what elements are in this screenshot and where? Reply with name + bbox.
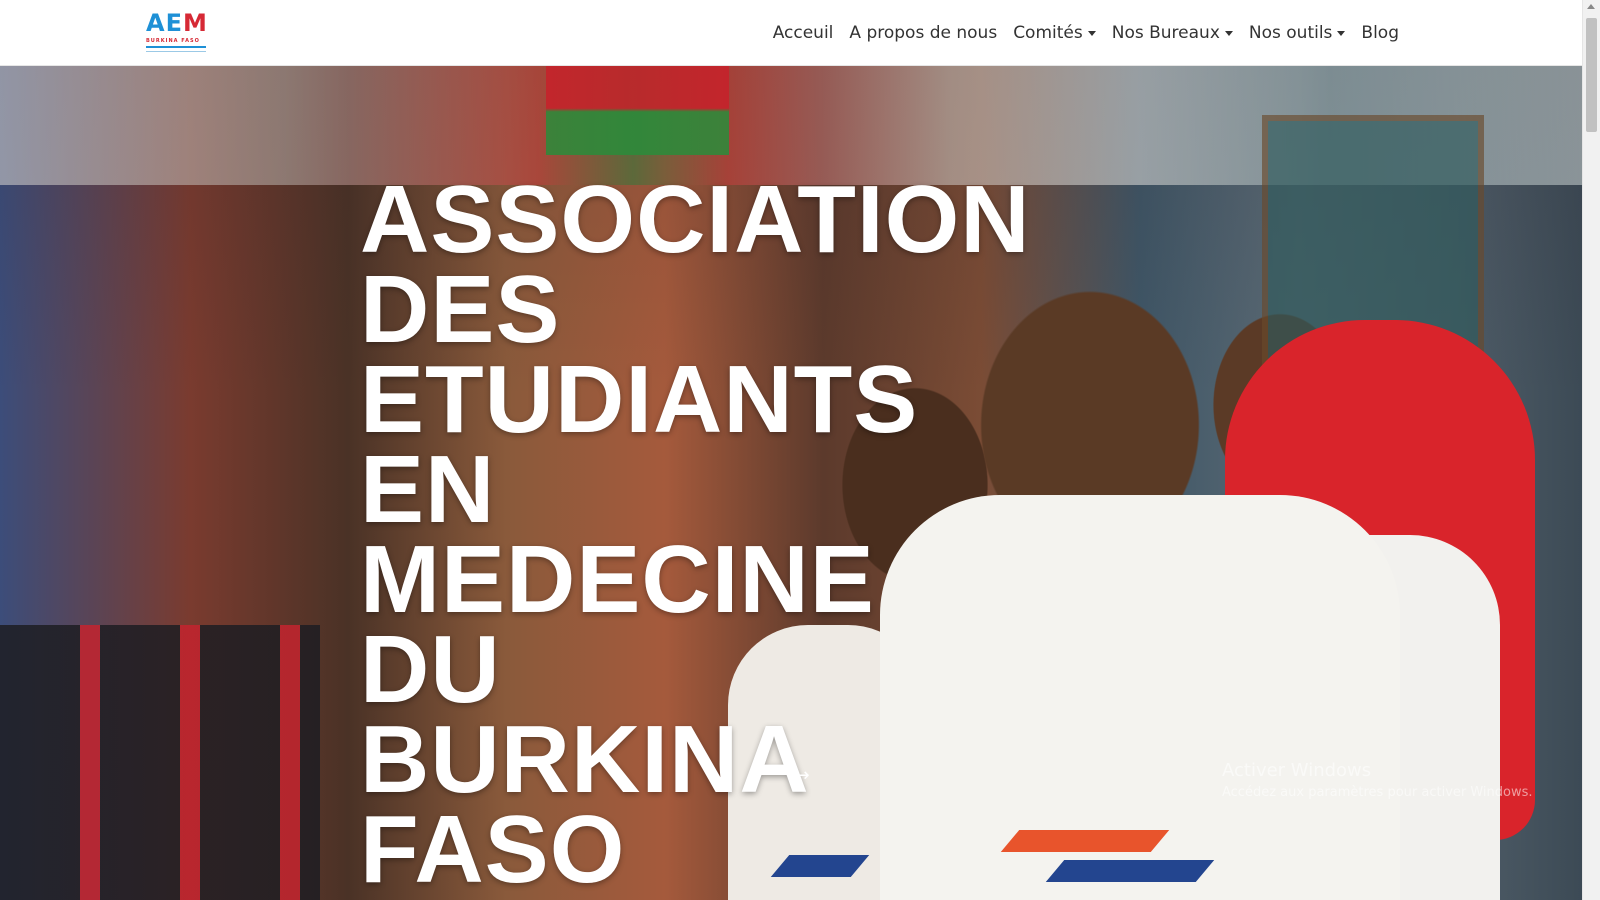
logo-mark-right: M <box>182 9 208 37</box>
logo-underline <box>146 46 206 48</box>
nav-link-label: Acceuil <box>772 22 834 43</box>
arrow-right-icon[interactable]: → <box>790 763 814 787</box>
logo-mark: AEM <box>146 9 208 37</box>
nav-dropdown-nos-bureaux[interactable]: Nos Bureaux <box>1112 23 1233 43</box>
nav-link-blog[interactable]: Blog <box>1361 23 1399 43</box>
scroll-up-icon[interactable] <box>1587 4 1595 9</box>
vertical-scrollbar[interactable] <box>1582 0 1600 900</box>
burkina-flag <box>546 65 729 155</box>
nav-dropdown-nos-outils[interactable]: Nos outils <box>1249 23 1346 43</box>
hero-title: ASSOCIATION DES ETUDIANTS EN MEDECINE DU… <box>360 175 1031 895</box>
nav-link-label: Nos Bureaux <box>1111 22 1220 43</box>
nav-link-acceuil[interactable]: Acceuil <box>773 23 834 43</box>
activation-title: Activer Windows <box>1222 760 1372 781</box>
aem-logo[interactable]: AEM BURKINA FASO <box>146 9 210 57</box>
scroll-thumb[interactable] <box>1586 18 1597 132</box>
nav-links: Acceuil A propos de nous Comités Nos Bur… <box>773 0 1399 65</box>
logo-mark-left: AE <box>146 9 183 37</box>
activation-subtitle: Accédez aux paramètres pour activer Wind… <box>1222 785 1533 800</box>
nav-dropdown-comites[interactable]: Comités <box>1013 23 1096 43</box>
nav-link-label: Nos outils <box>1248 22 1333 43</box>
nav-link-label: A propos de nous <box>849 22 998 43</box>
caret-down-icon <box>1337 31 1346 36</box>
logo-subtitle: BURKINA FASO <box>146 38 200 44</box>
auditorium-seats <box>0 625 320 900</box>
shirt-stripe <box>1045 860 1215 882</box>
logo-underline-thin <box>146 51 206 52</box>
caret-down-icon <box>1224 31 1233 36</box>
navbar: AEM BURKINA FASO Acceuil A propos de nou… <box>0 0 1583 66</box>
caret-down-icon <box>1087 31 1096 36</box>
nav-link-label: Comités <box>1013 22 1083 43</box>
nav-link-label: Blog <box>1361 22 1399 43</box>
hero-carousel: ASSOCIATION DES ETUDIANTS EN MEDECINE DU… <box>0 65 1583 900</box>
windows-activation-watermark: Activer Windows Accédez aux paramètres p… <box>1222 760 1533 800</box>
nav-link-a-propos[interactable]: A propos de nous <box>849 23 997 43</box>
